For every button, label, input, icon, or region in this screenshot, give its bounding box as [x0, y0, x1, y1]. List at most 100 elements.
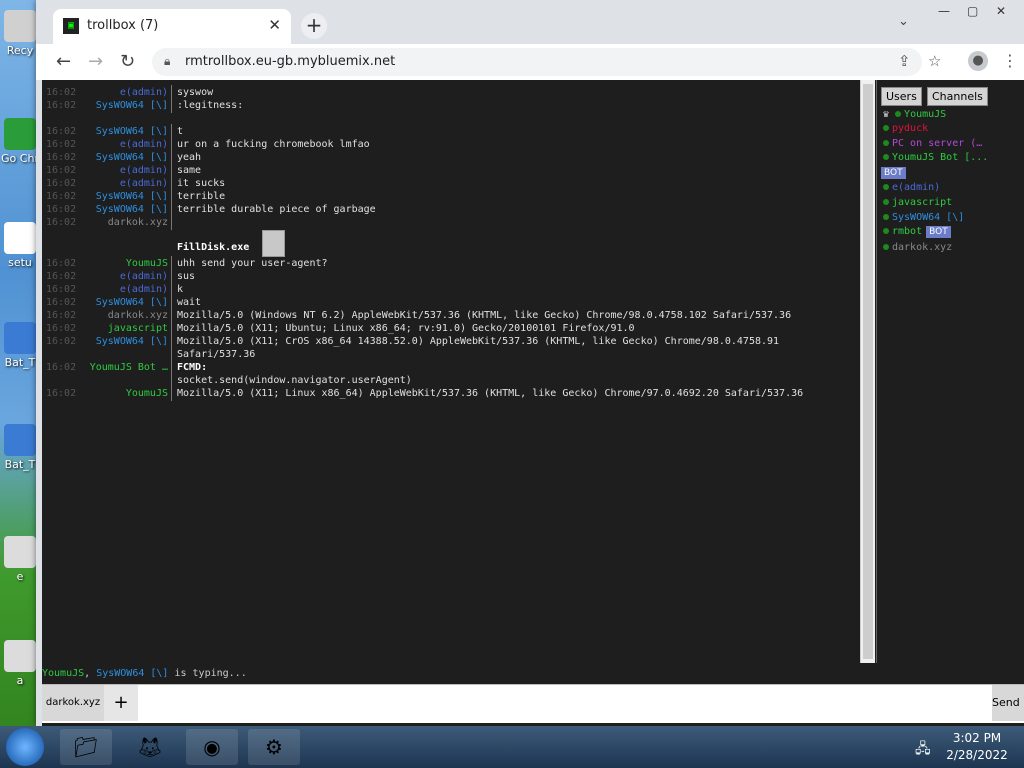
kebab-menu-icon[interactable]: ⋮ — [1002, 51, 1018, 70]
desktop-shortcut-icon — [4, 322, 36, 354]
message-nick[interactable]: YoumuJS — [82, 388, 168, 399]
tab-trollbox[interactable]: ▣ trollbox (7) ✕ — [53, 9, 291, 44]
message-nick[interactable]: SysWOW64 [\] — [82, 100, 168, 111]
chat-message: 16:02 SysWOW64 [\] t — [42, 124, 860, 139]
chat-message: 16:02 SysWOW64 [\] yeah — [42, 150, 860, 165]
message-nick[interactable]: e(admin) — [82, 165, 168, 176]
message-nick[interactable]: e(admin) — [82, 178, 168, 189]
message-divider — [171, 386, 172, 401]
message-nick[interactable]: SysWOW64 [\] — [82, 126, 168, 137]
user-name: PC on server (… — [892, 138, 983, 149]
message-input[interactable] — [140, 687, 994, 719]
minimize-button[interactable]: — — [938, 4, 950, 18]
message-nick[interactable]: YoumuJS — [82, 258, 168, 269]
back-arrow-icon[interactable]: ← — [56, 51, 71, 72]
user-name: darkok.xyz — [892, 242, 953, 253]
message-time: 16:02 — [46, 297, 77, 308]
message-time: 16:02 — [46, 323, 77, 334]
message-text: terrible durable piece of garbage — [177, 204, 376, 215]
user-list-item[interactable]: javascript — [883, 197, 952, 208]
message-time: 16:02 — [46, 139, 77, 150]
message-nick[interactable]: e(admin) — [82, 271, 168, 282]
message-nick[interactable]: SysWOW64 [\] — [82, 204, 168, 215]
message-nick[interactable]: e(admin) — [82, 87, 168, 98]
message-time: 16:02 — [46, 258, 77, 269]
message-nick[interactable]: e(admin) — [82, 139, 168, 150]
desktop-icon[interactable]: Bat_T — [0, 424, 40, 471]
file-attachment[interactable]: FillDisk.exe — [42, 230, 860, 258]
taskbar: 📁︎ 🦊︎ ◉ ⚙ 🖧︎ 3:02 PM 2/28/2022 — [0, 726, 1024, 768]
message-nick[interactable]: SysWOW64 [\] — [82, 191, 168, 202]
url-text[interactable]: rmtrollbox.eu-gb.mybluemix.net — [185, 54, 395, 69]
message-text: Safari/537.36 — [177, 349, 256, 360]
online-status-icon — [895, 111, 902, 117]
tab-strip: ▣ trollbox (7) ✕ + ⌄ — ▢ ✕ — [36, 0, 1024, 44]
chrome-icon[interactable]: ◉ — [186, 729, 238, 765]
message-nick[interactable]: SysWOW64 [\] — [82, 336, 168, 347]
reload-icon[interactable]: ↻ — [120, 51, 135, 72]
start-button[interactable] — [6, 728, 44, 766]
desktop-icon[interactable]: Go Chr — [0, 118, 40, 165]
user-list-item[interactable]: pyduck — [883, 123, 928, 134]
chat-message: 16:02 e(admin) k — [42, 282, 860, 297]
typing-user-1: YoumuJS — [42, 668, 85, 679]
desktop-icon[interactable]: e — [0, 536, 40, 583]
user-list-item[interactable]: PC on server (… — [883, 138, 982, 149]
message-nick[interactable]: darkok.xyz — [82, 217, 168, 228]
settings-gear-icon[interactable]: ⚙ — [248, 729, 300, 765]
desktop-icon[interactable]: Bat_T — [0, 322, 40, 369]
maximize-button[interactable]: ▢ — [967, 4, 978, 18]
system-clock[interactable]: 3:02 PM 2/28/2022 — [944, 730, 1010, 764]
tab-search-chevron-icon[interactable]: ⌄ — [898, 14, 909, 29]
user-list-item[interactable]: ♛ YoumuJS — [883, 109, 946, 120]
message-text: Mozilla/5.0 (X11; Linux x86_64) AppleWeb… — [177, 388, 804, 399]
user-name: YoumuJS — [904, 109, 947, 120]
chat-message: 16:02 e(admin) same — [42, 163, 860, 178]
clock-time: 3:02 PM — [952, 731, 1002, 745]
bookmark-star-icon[interactable]: ☆ — [928, 52, 941, 70]
online-status-icon — [883, 140, 889, 146]
new-tab-button[interactable]: + — [301, 13, 327, 39]
desktop-icon[interactable]: setu — [0, 222, 40, 269]
close-tab-icon[interactable]: ✕ — [268, 16, 281, 34]
file-name[interactable]: FillDisk.exe — [177, 242, 249, 253]
profile-avatar-icon[interactable]: ● — [968, 51, 988, 71]
user-list-item[interactable]: SysWOW64 [\] — [883, 212, 964, 223]
firefox-icon[interactable]: 🦊︎ — [124, 729, 176, 765]
bot-badge: BOT — [881, 167, 906, 179]
address-bar[interactable]: 🔒︎ rmtrollbox.eu-gb.mybluemix.net — [152, 48, 922, 76]
share-icon[interactable]: ⇪ — [898, 52, 911, 70]
user-list-item[interactable]: rmbot BOT — [883, 226, 951, 238]
user-name: SysWOW64 [\] — [892, 212, 965, 223]
desktop-shortcut-icon — [4, 640, 36, 672]
file-explorer-icon[interactable]: 📁︎ — [60, 729, 112, 765]
user-list-item[interactable]: e(admin) — [883, 182, 940, 193]
scrollbar-thumb[interactable] — [863, 84, 873, 659]
user-list-item[interactable]: darkok.xyz — [883, 242, 952, 253]
tab-channels[interactable]: Channels — [927, 87, 988, 106]
add-channel-button[interactable]: + — [104, 685, 138, 721]
file-preview-icon[interactable] — [262, 230, 285, 257]
user-list-item[interactable]: YoumuJS Bot [... — [883, 152, 988, 163]
chat-message: 16:02 javascript Mozilla/5.0 (X11; Ubuntu;… — [42, 321, 860, 336]
user-name: pyduck — [892, 123, 929, 134]
message-time: 16:02 — [46, 204, 77, 215]
network-icon[interactable]: 🖧︎ — [915, 738, 931, 762]
message-nick[interactable]: javascript — [82, 323, 168, 334]
message-nick[interactable]: e(admin) — [82, 284, 168, 295]
chat-scrollbar[interactable] — [860, 80, 875, 663]
forward-arrow-icon[interactable]: → — [88, 51, 103, 72]
desktop-icon[interactable]: a — [0, 640, 40, 687]
chat-message: 16:02 e(admin) it sucks — [42, 176, 860, 191]
crown-icon: ♛ — [883, 109, 896, 120]
message-nick[interactable]: YoumuJS Bot … — [82, 362, 168, 373]
send-button[interactable]: Send — [992, 685, 1024, 721]
channel-button[interactable]: darkok.xyz — [42, 685, 104, 721]
online-status-icon — [883, 244, 889, 250]
message-nick[interactable]: SysWOW64 [\] — [82, 297, 168, 308]
tab-users[interactable]: Users — [881, 87, 922, 106]
message-nick[interactable]: darkok.xyz — [82, 310, 168, 321]
close-window-button[interactable]: ✕ — [996, 4, 1006, 18]
message-nick[interactable]: SysWOW64 [\] — [82, 152, 168, 163]
desktop-icon[interactable]: Recy — [0, 10, 40, 57]
